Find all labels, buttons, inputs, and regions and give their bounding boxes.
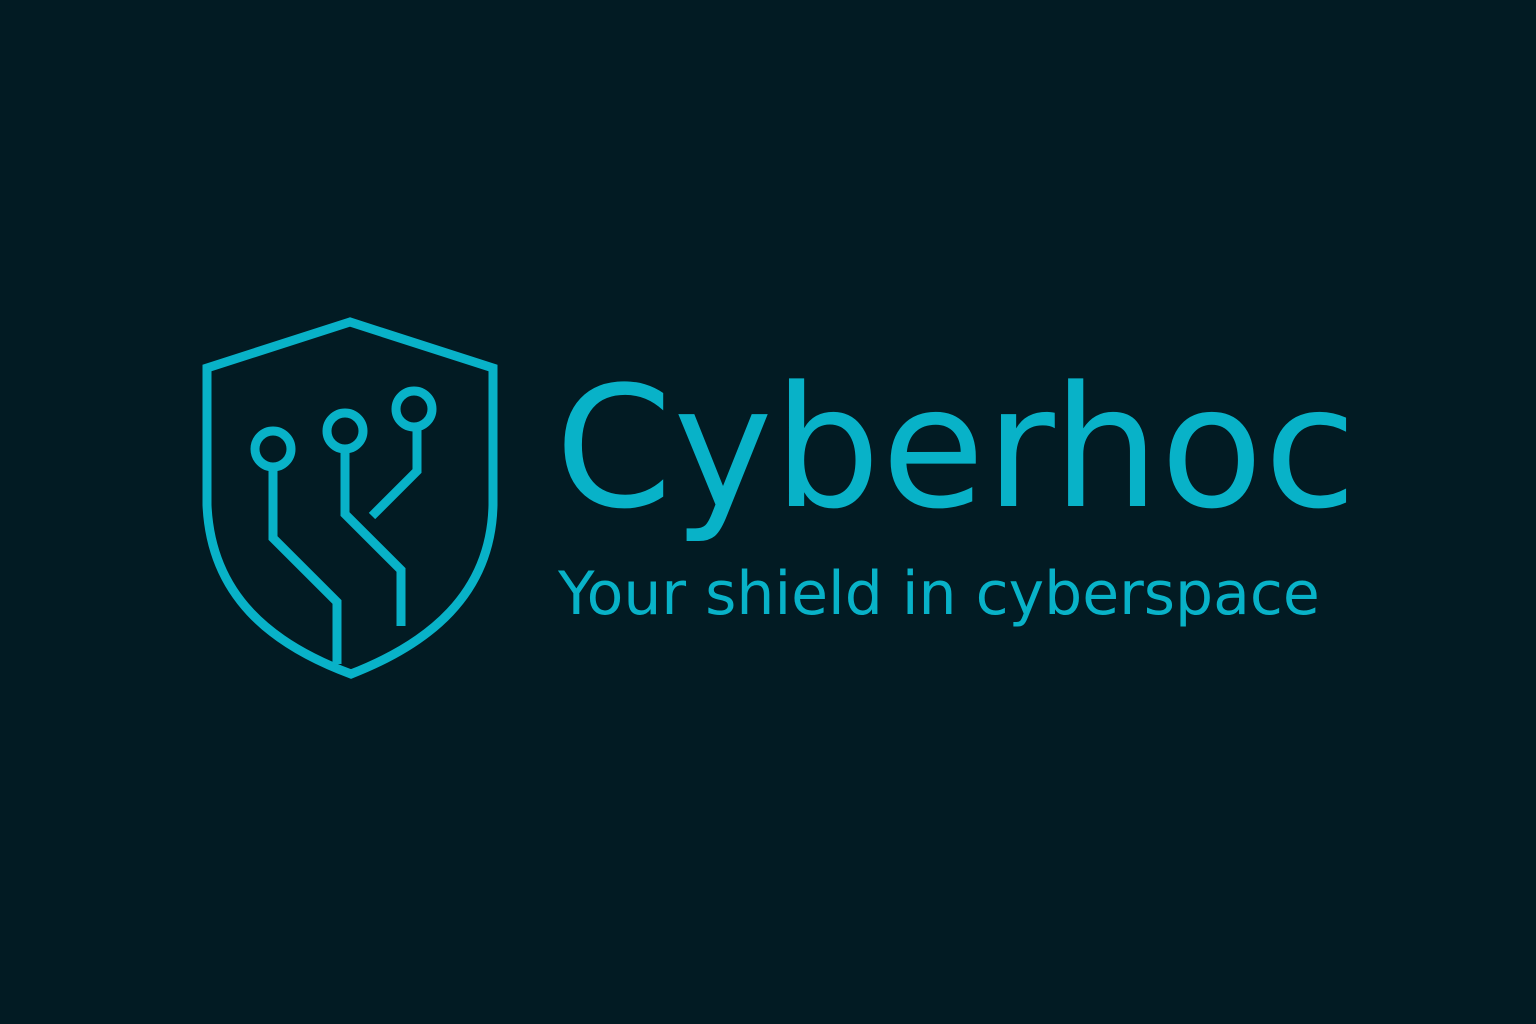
- logo-lockup: Cyberhoc Your shield in cyberspace: [0, 0, 1536, 1024]
- shield-circuit-icon: [202, 317, 498, 679]
- tagline: Your shield in cyberspace: [558, 559, 1320, 629]
- brand-name: Cyberhoc: [555, 350, 1358, 546]
